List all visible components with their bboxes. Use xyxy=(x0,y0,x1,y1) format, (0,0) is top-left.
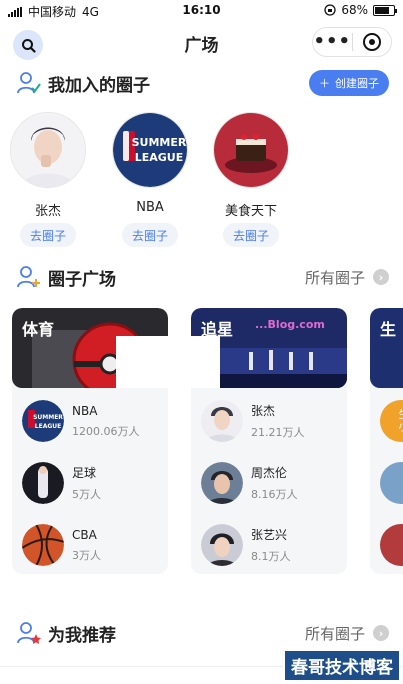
circle-name: 周杰伦 xyxy=(251,466,288,480)
avatar xyxy=(380,462,403,504)
go-to-circle-button[interactable]: 去圈子 xyxy=(223,223,279,247)
user-check-icon xyxy=(17,72,41,94)
all-circles-label: 所有圈子 xyxy=(304,268,365,287)
avatar xyxy=(201,462,243,504)
category-label: 生 xyxy=(380,320,397,339)
circle-name: CBA xyxy=(72,527,97,542)
member-count: 21.21万人 xyxy=(251,426,305,439)
list-item[interactable]: 生 小 xyxy=(380,400,403,442)
battery-label: 68% xyxy=(341,3,368,17)
member-count: 8.16万人 xyxy=(251,488,298,501)
avatar: SUMMER LEAGUE xyxy=(22,400,64,442)
joined-item-name: NBA xyxy=(136,200,164,215)
circle-name: 张艺兴 xyxy=(251,528,288,542)
banner-overlay-text: ...Blog.com xyxy=(255,318,325,331)
list-item[interactable]: SUMMER LEAGUE NBA 1200.06万人 xyxy=(22,400,140,442)
list-item[interactable]: 周杰伦 8.16万人 xyxy=(201,462,298,504)
joined-item-nba[interactable]: SUMMER LEAGUE NBA 去圈子 xyxy=(110,112,190,247)
status-bar: 中国移动 4G 16:10 68% xyxy=(0,0,403,22)
chevron-right-icon: › xyxy=(373,269,389,285)
joined-section-title: 我加入的圈子 xyxy=(48,75,150,96)
circle-name: 足球 xyxy=(72,466,97,480)
user-star-icon xyxy=(17,622,41,644)
all-circles-link[interactable]: 所有圈子 › xyxy=(305,623,389,644)
redaction-block xyxy=(116,336,220,388)
circle-name: 张杰 xyxy=(251,404,276,418)
avatar: 生 小 xyxy=(380,400,403,442)
circle-name: NBA xyxy=(72,403,98,418)
category-card-life[interactable]: 生 生 小 xyxy=(370,308,403,574)
square-section-title: 圈子广场 xyxy=(48,269,116,290)
create-circle-button[interactable]: ＋ 创建圈子 xyxy=(309,70,389,96)
all-circles-link[interactable]: 所有圈子 › xyxy=(305,267,389,288)
joined-circles-list: 张杰 去圈子 SUMMER LEAGUE NBA 去圈子 美食天下 去圈子 xyxy=(0,112,403,247)
user-plus-icon xyxy=(17,266,40,288)
svg-text:LEAGUE: LEAGUE xyxy=(35,423,61,430)
mini-program-capsule: ••• xyxy=(312,27,392,57)
member-count: 1200.06万人 xyxy=(72,424,140,438)
category-label: 体育 xyxy=(22,320,55,339)
svg-text:LEAGUE: LEAGUE xyxy=(135,151,184,164)
joined-section-header: 我加入的圈子 ＋ 创建圈子 xyxy=(16,70,389,96)
recommend-section-header: 为我推荐 所有圈子 › xyxy=(16,620,389,646)
joined-item-name: 美食天下 xyxy=(224,204,277,219)
all-circles-label: 所有圈子 xyxy=(304,624,365,643)
more-dots-icon: ••• xyxy=(313,31,351,52)
plus-icon: ＋ xyxy=(319,77,330,90)
avatar xyxy=(201,400,243,442)
category-banner[interactable]: 生 xyxy=(370,308,403,388)
battery-icon xyxy=(373,4,397,16)
more-button[interactable]: ••• xyxy=(313,28,352,56)
list-item[interactable]: 张艺兴 8.1万人 xyxy=(201,524,291,566)
watermark: 春哥技术博客 xyxy=(283,649,401,682)
avatar xyxy=(10,112,86,188)
create-circle-label: 创建圈子 xyxy=(335,77,379,90)
close-button[interactable] xyxy=(353,28,392,56)
chevron-right-icon: › xyxy=(373,625,389,641)
list-item[interactable] xyxy=(380,524,403,566)
avatar: SUMMER LEAGUE xyxy=(112,112,188,188)
joined-item-name: 张杰 xyxy=(34,204,61,219)
go-to-circle-button[interactable]: 去圈子 xyxy=(122,223,178,247)
list-item[interactable]: 足球 5万人 xyxy=(22,462,101,504)
list-item[interactable]: 张杰 21.21万人 xyxy=(201,400,305,442)
go-to-circle-button[interactable]: 去圈子 xyxy=(20,223,76,247)
member-count: 3万人 xyxy=(72,548,101,562)
joined-item-zhangjie[interactable]: 张杰 去圈子 xyxy=(8,112,88,247)
list-item[interactable] xyxy=(380,462,403,504)
svg-text:SUMMER: SUMMER xyxy=(132,136,187,149)
list-item[interactable]: CBA 3万人 xyxy=(22,524,101,566)
svg-text:SUMMER: SUMMER xyxy=(33,414,63,421)
nav-bar: 广场 ••• xyxy=(0,22,403,64)
target-icon xyxy=(362,33,381,51)
joined-item-food[interactable]: 美食天下 去圈子 xyxy=(211,112,291,247)
partial-label: 小 xyxy=(399,420,403,433)
avatar xyxy=(380,524,403,566)
avatar xyxy=(201,524,243,566)
member-count: 8.1万人 xyxy=(251,550,291,563)
avatar xyxy=(213,112,289,188)
member-count: 5万人 xyxy=(72,488,101,501)
lock-rotation-icon xyxy=(324,4,336,16)
recommend-section-title: 为我推荐 xyxy=(48,625,116,646)
avatar xyxy=(22,462,64,504)
avatar xyxy=(22,524,64,566)
square-section-header: 圈子广场 所有圈子 › xyxy=(16,264,389,290)
